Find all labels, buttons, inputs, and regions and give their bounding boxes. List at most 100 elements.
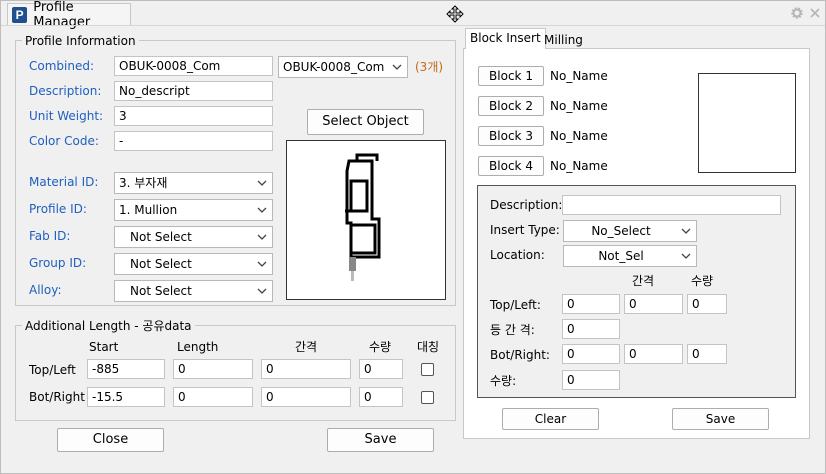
block-2-button[interactable]: Block 2 [478,96,544,116]
combined-input[interactable]: OBUK-0008_Com [114,56,273,76]
insert-type-select[interactable]: No_Select [563,220,697,242]
chevron-down-icon [257,288,267,294]
length-header: Length [177,340,219,354]
chevron-down-icon [257,180,267,186]
chevron-down-icon [257,261,267,267]
start-header: Start [89,340,119,354]
material-id-select[interactable]: 3. 부자재 [114,172,273,194]
block-4-name: No_Name [548,158,690,174]
block-3-button[interactable]: Block 3 [478,126,544,146]
insert-description-input[interactable] [562,195,781,215]
insert-type-label: Insert Type: [490,223,560,237]
app-logo-icon: P [12,6,28,23]
unit-weight-input[interactable]: 3 [114,106,273,126]
group-id-select[interactable]: Not Select [114,253,273,275]
chevron-down-icon [681,228,691,234]
block-1-name: No_Name [548,68,690,84]
close-icon[interactable] [810,8,820,18]
combined-select-value: OBUK-0008_Com [283,60,385,74]
profile-manager-window: P Profile Manager Profile Information Co… [0,0,826,474]
bot-right-mirror-checkbox[interactable] [421,391,434,404]
insert-top-left-gap[interactable]: 0 [624,294,683,314]
group-id-label: Group ID: [29,256,87,270]
bot-right-gap-input[interactable]: 0 [261,387,351,407]
fab-id-label: Fab ID: [29,229,71,243]
top-left-length-input[interactable]: 0 [173,359,253,379]
description-label: Description: [29,84,102,98]
bot-right-row-label: Bot/Right [29,390,85,404]
profile-id-label: Profile ID: [29,202,87,216]
location-value: Not_Sel [598,249,644,263]
top-left-gap-input[interactable]: 0 [261,359,351,379]
clear-button[interactable]: Clear [502,408,599,430]
insert-type-value: No_Select [591,224,651,238]
top-left-start-input[interactable]: -885 [87,359,165,379]
insert-gap-header: 간격 [632,274,655,288]
top-left-mirror-checkbox[interactable] [421,363,434,376]
tab-block-insert[interactable]: Block Insert [465,28,546,49]
insert-bot-right-label: Bot/Right: [490,348,550,362]
insert-qty-header: 수량 [691,274,714,288]
insert-top-left-label: Top/Left: [490,298,541,312]
mirror-header: 대칭 [417,340,440,354]
gear-icon[interactable] [791,7,803,19]
chevron-down-icon [681,253,691,259]
insert-bot-right-start[interactable]: 0 [562,344,620,364]
move-cursor-icon[interactable] [446,5,464,23]
insert-bot-right-gap[interactable]: 0 [624,344,683,364]
alloy-value: Not Select [130,284,192,298]
chevron-down-icon [257,234,267,240]
bot-right-start-input[interactable]: -15.5 [87,387,165,407]
profile-preview [286,140,446,300]
unit-weight-label: Unit Weight: [29,109,104,123]
insert-save-button[interactable]: Save [672,408,769,430]
combined-select[interactable]: OBUK-0008_Com [278,56,408,78]
select-object-button[interactable]: Select Object [307,109,424,135]
title-divider [1,25,825,26]
profile-section-drawing [345,153,381,281]
profile-id-value: 1. Mullion [119,203,178,217]
fab-id-select[interactable]: Not Select [114,226,273,248]
tab-milling[interactable]: Milling [540,31,587,49]
profile-id-select[interactable]: 1. Mullion [114,199,273,221]
block-preview [698,73,796,173]
location-select[interactable]: Not_Sel [563,245,697,267]
chevron-down-icon [392,64,402,70]
material-id-value: 3. 부자재 [119,176,168,190]
alloy-label: Alloy: [29,283,62,297]
location-label: Location: [490,248,545,262]
block-3-name: No_Name [548,128,690,144]
insert-bot-right-qty[interactable]: 0 [687,344,727,364]
group-id-value: Not Select [130,257,192,271]
equal-gap-input[interactable]: 0 [562,319,620,339]
equal-gap-label: 등 간 격: [490,323,535,337]
insert-top-left-qty[interactable]: 0 [687,294,727,314]
profile-info-title: Profile Information [22,34,139,48]
block-1-button[interactable]: Block 1 [478,66,544,86]
save-button[interactable]: Save [327,428,434,452]
alloy-select[interactable]: Not Select [114,280,273,302]
additional-length-title: Additional Length - 공유data [22,319,195,333]
block-4-button[interactable]: Block 4 [478,156,544,176]
insert-qty-input[interactable]: 0 [562,370,620,390]
top-left-qty-input[interactable]: 0 [359,359,403,379]
insert-description-label: Description: [490,198,563,212]
material-id-label: Material ID: [29,175,99,189]
insert-top-left-start[interactable]: 0 [562,294,620,314]
description-input[interactable]: No_descript [114,81,273,101]
top-left-row-label: Top/Left [29,363,76,377]
color-code-label: Color Code: [29,134,99,148]
bot-right-qty-input[interactable]: 0 [359,387,403,407]
fab-id-value: Not Select [130,230,192,244]
qty-header: 수량 [369,340,392,354]
close-button[interactable]: Close [57,428,164,452]
combined-label: Combined: [29,59,95,73]
insert-qty-label: 수량: [490,374,517,388]
color-code-input[interactable]: - [114,131,273,151]
gap-header: 간격 [295,340,318,354]
window-title-tab[interactable]: P Profile Manager [7,0,131,30]
bot-right-length-input[interactable]: 0 [173,387,253,407]
insert-detail-box [477,185,796,398]
combined-count: (3개) [415,60,444,74]
chevron-down-icon [257,207,267,213]
